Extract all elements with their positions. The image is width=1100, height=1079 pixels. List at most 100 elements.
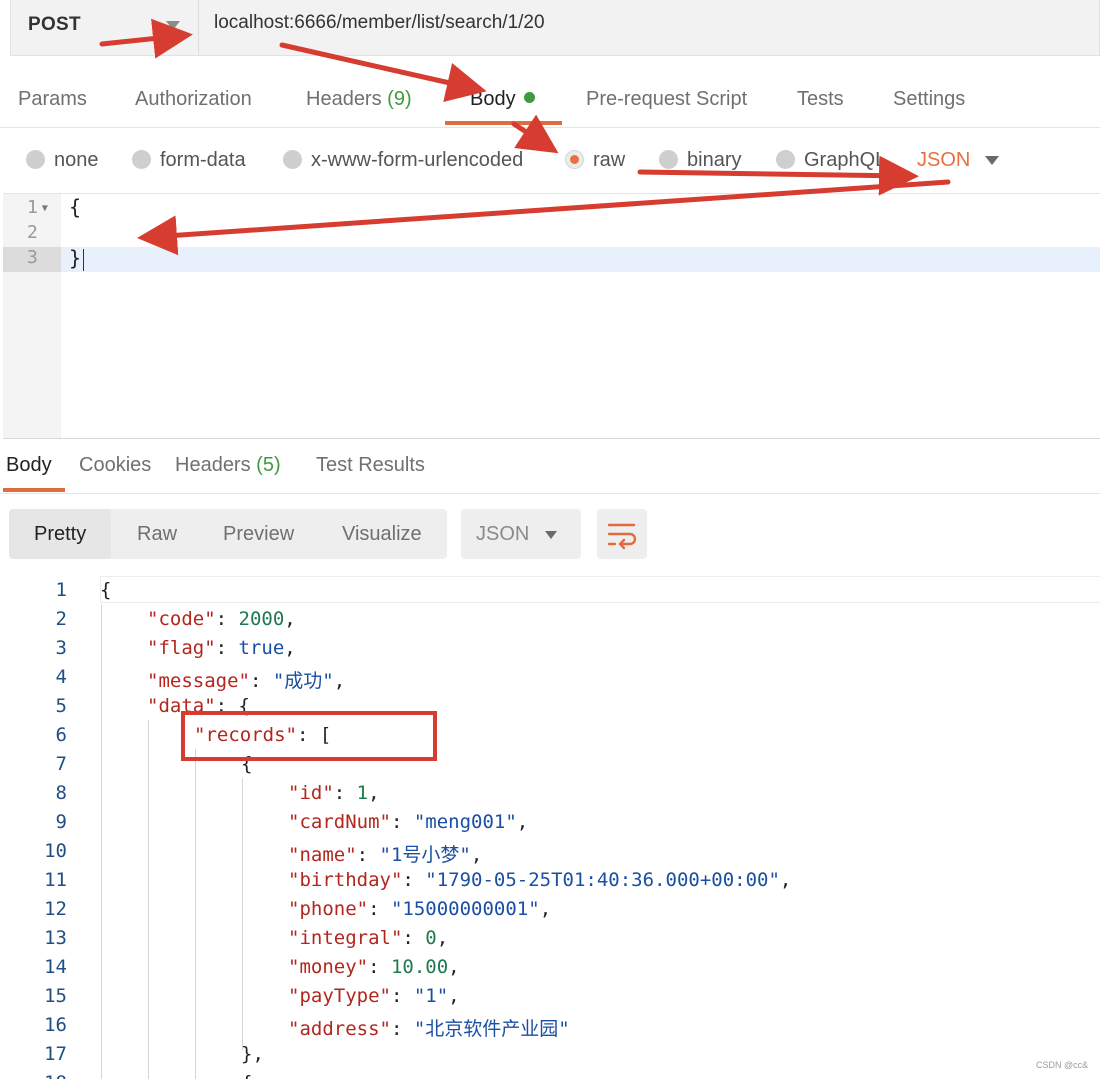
request-bar: POST localhost:6666/member/list/search/1…: [10, 0, 1100, 56]
line-number: 15: [44, 985, 67, 1007]
tab-response-headers-count: (5): [256, 454, 281, 476]
json-key: "birthday": [288, 869, 403, 891]
active-tab-indicator: [445, 121, 562, 125]
tab-body-label: Body: [470, 88, 516, 110]
code-line: }: [69, 246, 82, 270]
tab-response-headers[interactable]: Headers (5): [175, 454, 281, 477]
line-number: 4: [55, 666, 67, 688]
mode-urlencoded-label: x-www-form-urlencoded: [311, 149, 524, 171]
json-value: "北京软件产业园": [413, 1018, 570, 1040]
method-select[interactable]: POST: [11, 0, 199, 55]
tab-headers[interactable]: Headers (9): [306, 88, 412, 111]
caret-down-icon[interactable]: [985, 156, 999, 165]
json-punct: ,: [333, 670, 346, 692]
mode-binary[interactable]: binary: [659, 149, 741, 172]
json-punct: :: [390, 985, 414, 1007]
tab-tests[interactable]: Tests: [797, 88, 844, 111]
request-body-editor[interactable]: 1 ▼ 2 3 { }: [3, 193, 1100, 439]
tab-response-body[interactable]: Body: [6, 454, 52, 477]
json-value: 10.00: [390, 956, 449, 978]
caret-down-icon: [166, 21, 180, 30]
line-number: 7: [55, 753, 67, 775]
pane-divider[interactable]: [3, 438, 1100, 439]
json-punct: ,: [779, 869, 792, 891]
indent-guide: [242, 778, 243, 1050]
mode-urlencoded[interactable]: x-www-form-urlencoded: [283, 149, 523, 172]
fold-arrow-icon[interactable]: ▼: [42, 203, 48, 214]
json-line: "code": 2000,: [147, 608, 296, 630]
line-number-text: 1: [27, 197, 38, 218]
json-key: "payType": [288, 985, 391, 1007]
code-line: {: [69, 195, 82, 219]
view-visualize-button[interactable]: Visualize: [342, 523, 422, 546]
json-punct: :: [368, 898, 391, 920]
tab-cookies[interactable]: Cookies: [79, 454, 151, 477]
view-pretty-button[interactable]: Pretty: [34, 523, 86, 546]
tab-params[interactable]: Params: [18, 88, 87, 111]
json-key: "code": [147, 608, 216, 630]
response-tabs: Body Cookies Headers (5) Test Results: [0, 440, 1100, 494]
tab-headers-count: (9): [387, 88, 412, 110]
status-dot-icon: [523, 92, 535, 103]
indent-guide: [148, 720, 149, 1079]
json-key: "phone": [288, 898, 369, 920]
json-line: {: [100, 579, 112, 601]
json-value: 2000: [238, 608, 285, 630]
tab-body[interactable]: Body: [470, 88, 535, 111]
json-key: "message": [147, 670, 250, 692]
mode-none[interactable]: none: [26, 149, 99, 172]
tab-authorization[interactable]: Authorization: [135, 88, 252, 111]
wrap-lines-icon: [607, 523, 637, 550]
response-body-viewer[interactable]: 1 {2 "code": 2000, 3 "flag": true, 4 "message"…: [0, 574, 1100, 1079]
line-number: 5: [55, 695, 67, 717]
mode-graphql[interactable]: GraphQL: [776, 149, 886, 172]
tab-pre-request-script[interactable]: Pre-request Script: [586, 88, 747, 111]
json-punct: :: [215, 608, 239, 630]
view-preview-button[interactable]: Preview: [223, 523, 294, 546]
tab-test-results[interactable]: Test Results: [316, 454, 425, 477]
json-key: "id": [288, 782, 334, 804]
view-raw-button[interactable]: Raw: [137, 523, 177, 546]
json-punct: :: [402, 869, 426, 891]
text-cursor: [83, 249, 84, 271]
json-punct: :: [215, 637, 239, 659]
json-key: "name": [288, 844, 357, 866]
language-select[interactable]: JSON: [917, 149, 970, 172]
line-number: 3: [55, 637, 67, 659]
json-line: },: [241, 1043, 264, 1065]
json-line: "birthday": "1790-05-25T01:40:36.000+00:…: [288, 869, 791, 891]
format-select[interactable]: JSON: [461, 509, 581, 559]
caret-down-icon: [545, 531, 557, 539]
watermark: CSDN @cc&: [1036, 1060, 1089, 1070]
mode-graphql-label: GraphQL: [804, 149, 887, 171]
mode-form-data[interactable]: form-data: [132, 149, 246, 172]
tab-settings[interactable]: Settings: [893, 88, 965, 111]
json-line: "message": "成功",: [147, 666, 345, 693]
line-number: 10: [44, 840, 67, 862]
active-line-highlight: [3, 247, 1100, 272]
request-tabs: Params Authorization Headers (9) Body Pr…: [0, 74, 1100, 128]
json-line: "money": 10.00,: [288, 956, 460, 978]
json-value: "meng001": [413, 811, 517, 833]
json-punct: :: [249, 670, 273, 692]
url-input[interactable]: localhost:6666/member/list/search/1/20: [214, 12, 545, 34]
mode-raw[interactable]: raw: [565, 149, 625, 172]
wrap-lines-button[interactable]: [597, 509, 647, 559]
line-number: 2: [55, 608, 67, 630]
line-number: 2: [27, 222, 38, 243]
json-value: "1号小梦": [379, 844, 471, 866]
radio-checked-icon: [565, 150, 584, 169]
json-key: "cardNum": [288, 811, 391, 833]
line-number: 3: [27, 247, 38, 268]
line-number: 13: [44, 927, 67, 949]
json-value: 1: [356, 782, 369, 804]
json-line: "payType": "1",: [288, 985, 460, 1007]
json-value: "15000000001": [390, 898, 540, 920]
json-value: "1790-05-25T01:40:36.000+00:00": [425, 869, 780, 891]
json-punct: :: [390, 811, 414, 833]
json-punct: :: [368, 956, 391, 978]
json-line: "integral": 0,: [288, 927, 448, 949]
json-value: 0: [425, 927, 437, 949]
method-label: POST: [28, 14, 81, 35]
radio-icon: [776, 150, 795, 169]
